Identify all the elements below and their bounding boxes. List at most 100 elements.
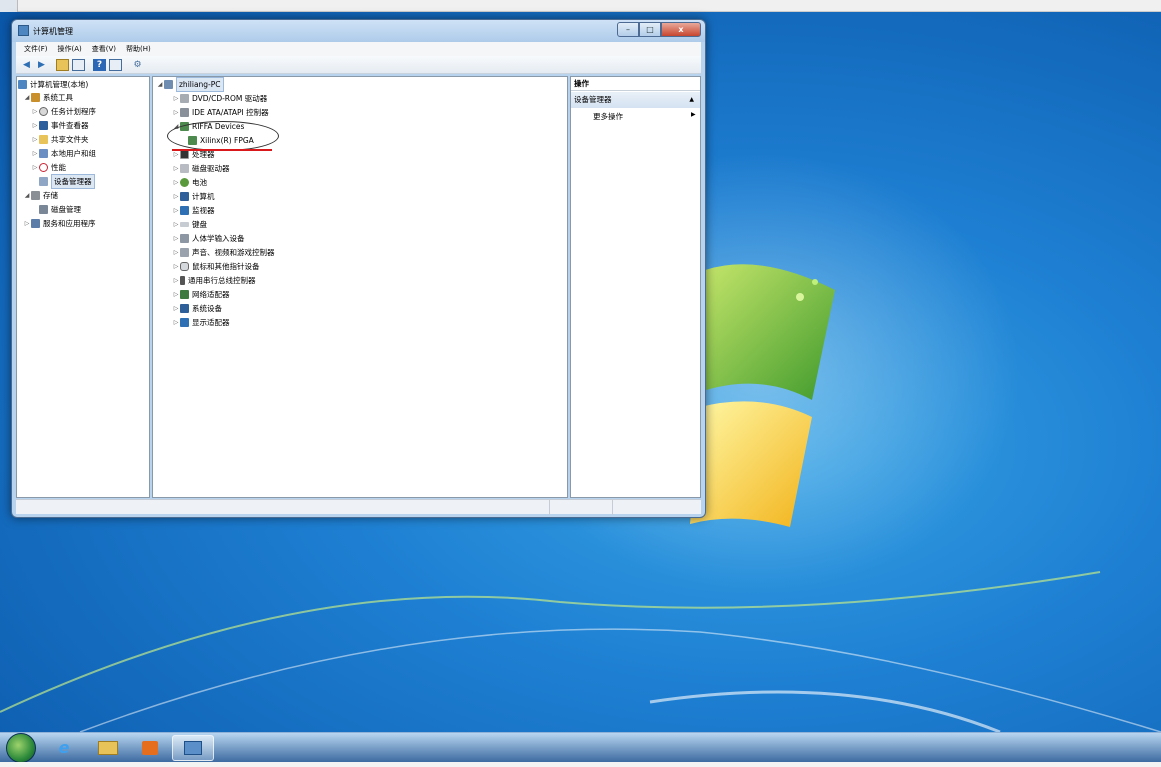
console-tree-pane[interactable]: 计算机管理(本地) ◢ 系统工具 ▷ 任务计划程序 ▷ 事件查看器 ▷ 共享文件夹 ▷ 本… — [16, 76, 150, 498]
device-manager-icon — [39, 177, 48, 186]
device-category[interactable]: ▷ IDE ATA/ATAPI 控制器 — [172, 106, 269, 119]
device-category[interactable]: ▷ 键盘 — [172, 218, 207, 231]
device-category[interactable]: ▷ 电池 — [172, 176, 207, 189]
console-tree-icon[interactable] — [72, 59, 85, 71]
tree-item-system-tools[interactable]: ◢ 系统工具 — [23, 91, 73, 104]
collapsed-arrow-icon[interactable]: ▷ — [31, 133, 39, 146]
collapsed-arrow-icon[interactable]: ▷ — [172, 162, 180, 175]
collapsed-arrow-icon[interactable]: ▷ — [172, 232, 180, 245]
device-category[interactable]: ▷ DVD/CD-ROM 驱动器 — [172, 92, 267, 105]
submenu-arrow-icon[interactable]: ▶ — [691, 111, 696, 118]
tree-item-performance[interactable]: ▷ 性能 — [31, 161, 66, 174]
collapsed-arrow-icon[interactable]: ▷ — [172, 288, 180, 301]
tree-item-local-users[interactable]: ▷ 本地用户和组 — [31, 147, 96, 160]
device-category[interactable]: ▷ 监视器 — [172, 204, 215, 217]
menu-action[interactable]: 操作(A) — [58, 44, 82, 54]
scan-hardware-icon[interactable]: ⚙ — [131, 59, 144, 71]
device-category[interactable]: ▷ 计算机 — [172, 190, 215, 203]
expanded-arrow-icon[interactable]: ◢ — [156, 78, 164, 91]
menu-view[interactable]: 查看(V) — [92, 44, 116, 54]
collapsed-arrow-icon[interactable]: ▷ — [31, 119, 39, 132]
device-category[interactable]: ▷ 鼠标和其他指针设备 — [172, 260, 260, 273]
device-category[interactable]: ◢ RIFFA Devices — [172, 120, 244, 133]
device-label: 计算机 — [192, 192, 215, 201]
tree-item-shared-folders[interactable]: ▷ 共享文件夹 — [31, 133, 89, 146]
tree-item-services-apps[interactable]: ▷ 服务和应用程序 — [23, 217, 96, 230]
computer-icon — [180, 192, 189, 201]
properties-icon[interactable] — [109, 59, 122, 71]
device-list-pane[interactable]: ◢ zhiliang-PC ▷ DVD/CD-ROM 驱动器 ▷ IDE ATA/AT… — [152, 76, 568, 498]
collapsed-arrow-icon[interactable]: ▷ — [172, 204, 180, 217]
tree-item-event-viewer[interactable]: ▷ 事件查看器 — [31, 119, 89, 132]
menu-help[interactable]: 帮助(H) — [126, 44, 151, 54]
collapsed-arrow-icon[interactable]: ▷ — [172, 92, 180, 105]
tree-item-storage[interactable]: ◢ 存储 — [23, 189, 58, 202]
expanded-arrow-icon[interactable]: ◢ — [172, 120, 180, 133]
actions-section[interactable]: 设备管理器 ▲ — [571, 92, 700, 108]
fpga-device-icon — [188, 136, 197, 145]
expanded-arrow-icon[interactable]: ◢ — [23, 189, 31, 202]
help-icon[interactable]: ? — [93, 59, 106, 71]
tree-label: 性能 — [51, 163, 66, 172]
window-controls: – □ x — [617, 22, 701, 37]
device-item-xilinx-fpga[interactable]: Xilinx(R) FPGA — [188, 134, 254, 147]
tree-item-root[interactable]: 计算机管理(本地) — [18, 78, 88, 91]
collapsed-arrow-icon[interactable]: ▷ — [172, 106, 180, 119]
tree-item-disk-management[interactable]: 磁盘管理 — [39, 203, 81, 216]
more-actions-link[interactable]: 更多操作 — [593, 111, 623, 122]
back-arrow-icon[interactable]: ◀ — [20, 59, 33, 71]
device-category[interactable]: ▷ 显示适配器 — [172, 316, 230, 329]
collapsed-arrow-icon[interactable]: ▷ — [172, 274, 180, 287]
internet-explorer-icon[interactable]: e — [50, 735, 78, 761]
collapsed-arrow-icon[interactable]: ▷ — [172, 316, 180, 329]
device-label: 监视器 — [192, 206, 215, 215]
collapsed-arrow-icon[interactable]: ▷ — [31, 161, 39, 174]
collapsed-arrow-icon[interactable]: ▷ — [172, 148, 180, 161]
menu-file[interactable]: 文件(F) — [24, 44, 48, 54]
device-label: 磁盘驱动器 — [192, 164, 230, 173]
tree-label: 计算机管理(本地) — [30, 80, 89, 89]
media-player-icon[interactable] — [136, 735, 164, 761]
expanded-arrow-icon[interactable]: ◢ — [23, 91, 31, 104]
device-label: 键盘 — [192, 220, 207, 229]
maximize-icon[interactable]: □ — [639, 22, 661, 37]
device-category[interactable]: ▷ 人体学输入设备 — [172, 232, 245, 245]
device-category[interactable]: ▷ 声音、视频和游戏控制器 — [172, 246, 275, 259]
start-orb-icon[interactable] — [6, 733, 36, 763]
hid-icon — [180, 234, 189, 243]
tree-label: 服务和应用程序 — [43, 219, 96, 228]
tree-item-device-manager[interactable]: 设备管理器 — [39, 174, 95, 189]
collapsed-arrow-icon[interactable]: ▷ — [172, 190, 180, 203]
device-label: DVD/CD-ROM 驱动器 — [192, 94, 268, 103]
collapsed-arrow-icon[interactable]: ▷ — [31, 147, 39, 160]
computer-management-icon[interactable] — [172, 735, 214, 761]
collapsed-arrow-icon[interactable]: ▷ — [172, 176, 180, 189]
title-bar[interactable]: 计算机管理 – □ x — [12, 20, 705, 42]
collapse-up-icon[interactable]: ▲ — [689, 92, 694, 108]
tree-item-task-scheduler[interactable]: ▷ 任务计划程序 — [31, 105, 96, 118]
toolbar: ◀ ▶ ? ⚙ — [16, 56, 701, 74]
collapsed-arrow-icon[interactable]: ▷ — [172, 302, 180, 315]
device-category[interactable]: ▷ 网络适配器 — [172, 288, 230, 301]
minimize-icon[interactable]: – — [617, 22, 639, 37]
device-category[interactable]: ▷ 系统设备 — [172, 302, 222, 315]
network-adapter-icon — [180, 290, 189, 299]
file-explorer-icon[interactable] — [94, 735, 122, 761]
forward-arrow-icon[interactable]: ▶ — [35, 59, 48, 71]
computer-management-window[interactable]: 计算机管理 – □ x 文件(F) 操作(A) 查看(V) 帮助(H) ◀ ▶ … — [11, 19, 706, 518]
collapsed-arrow-icon[interactable]: ▷ — [172, 246, 180, 259]
up-folder-icon[interactable] — [56, 59, 69, 71]
device-root[interactable]: ◢ zhiliang-PC — [156, 77, 224, 92]
device-category[interactable]: ▷ 通用串行总线控制器 — [172, 274, 256, 287]
dvd-drive-icon — [180, 94, 189, 103]
menu-bar: 文件(F) 操作(A) 查看(V) 帮助(H) — [16, 42, 701, 56]
top-strip — [0, 0, 1161, 12]
monitor-icon — [180, 206, 189, 215]
collapsed-arrow-icon[interactable]: ▷ — [172, 260, 180, 273]
collapsed-arrow-icon[interactable]: ▷ — [23, 217, 31, 230]
collapsed-arrow-icon[interactable]: ▷ — [172, 218, 180, 231]
device-category[interactable]: ▷ 磁盘驱动器 — [172, 162, 230, 175]
device-category[interactable]: ▷ 处理器 — [172, 148, 215, 161]
collapsed-arrow-icon[interactable]: ▷ — [31, 105, 39, 118]
close-icon[interactable]: x — [661, 22, 701, 37]
